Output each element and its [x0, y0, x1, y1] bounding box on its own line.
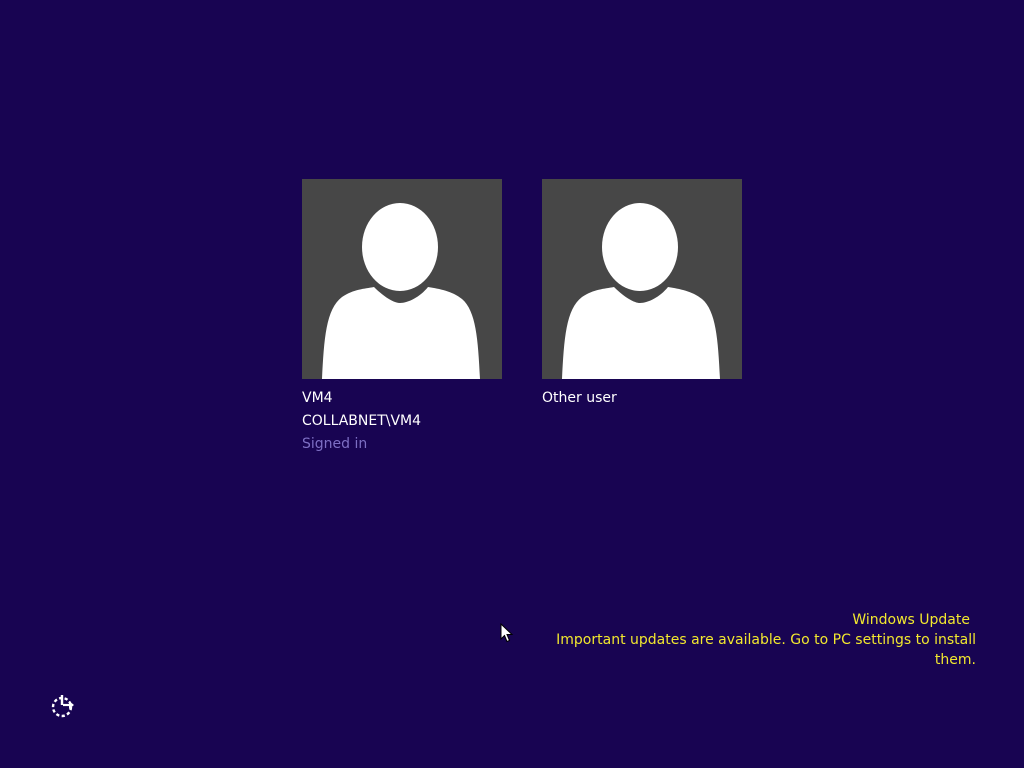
user-status: Signed in — [302, 436, 368, 452]
user-name: VM4 — [302, 390, 333, 406]
notification-message: Important updates are available. Go to P… — [556, 632, 976, 668]
mouse-cursor-icon — [500, 622, 514, 643]
user-tile-vm4[interactable]: VM4 COLLABNET\VM4 Signed in — [302, 179, 502, 456]
user-domain: COLLABNET\VM4 — [302, 413, 422, 429]
notification-title: Windows Update — [852, 612, 970, 628]
ease-of-access-button[interactable] — [49, 692, 77, 720]
user-name: Other user — [542, 390, 617, 406]
user-tile-other-user[interactable]: Other user — [542, 179, 742, 410]
user-avatar-icon — [542, 179, 742, 379]
update-notification[interactable]: Windows Update Important updates are ava… — [556, 610, 976, 670]
lock-screen: VM4 COLLABNET\VM4 Signed in Other user W… — [0, 0, 1024, 768]
user-avatar-icon — [302, 179, 502, 379]
ease-of-access-icon — [51, 695, 74, 718]
